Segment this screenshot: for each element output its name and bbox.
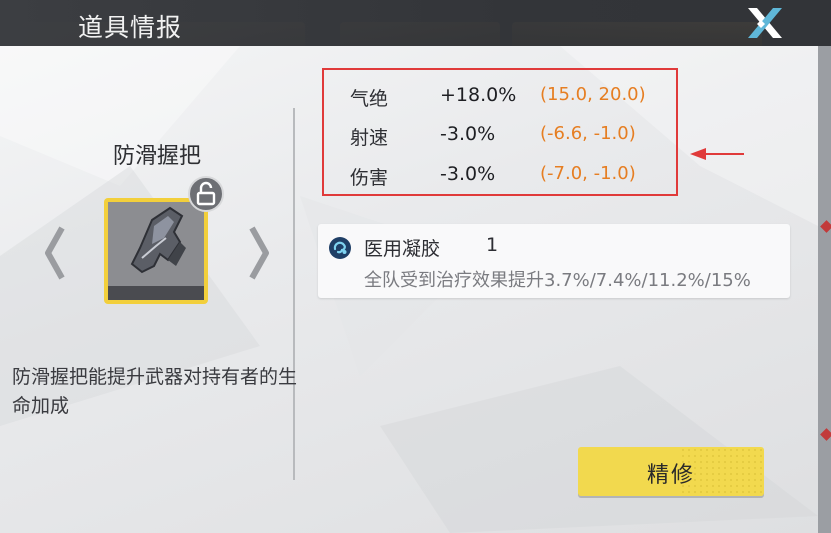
stat-name: 气绝 xyxy=(350,88,389,110)
item-rarity-strip xyxy=(108,286,204,300)
stat-range: (-6.6, -1.0) xyxy=(540,123,636,144)
stat-value: +18.0% xyxy=(440,84,517,106)
annotation-arrow-icon xyxy=(690,148,744,160)
close-x-icon[interactable] xyxy=(744,6,786,40)
buff-level: 1 xyxy=(486,234,499,256)
stat-name: 伤害 xyxy=(350,167,389,189)
stat-row: 气绝 +18.0% (15.0, 20.0) xyxy=(324,84,676,114)
stats-highlight-box: 气绝 +18.0% (15.0, 20.0) 射速 -3.0% (-6.6, -… xyxy=(322,68,678,196)
buff-effect: 全队受到治疗效果提升3.7%/7.4%/11.2%/15% xyxy=(364,270,751,291)
window-title: 道具情报 xyxy=(78,13,183,42)
stat-range: (-7.0, -1.0) xyxy=(540,163,636,184)
item-description: 防滑握把能提升武器对持有者的生命加成 xyxy=(12,366,298,417)
title-bar: 道具情报 xyxy=(0,0,831,46)
stat-row: 射速 -3.0% (-6.6, -1.0) xyxy=(324,123,676,153)
stat-row: 伤害 -3.0% (-7.0, -1.0) xyxy=(324,163,676,193)
item-icon-background xyxy=(108,202,204,300)
stat-name: 射速 xyxy=(350,127,389,149)
edge-marker xyxy=(820,428,831,441)
stat-value: -3.0% xyxy=(440,123,496,145)
grip-icon xyxy=(130,206,186,274)
buff-name: 医用凝胶 xyxy=(364,238,441,260)
item-name: 防滑握把 xyxy=(112,144,201,169)
previous-item-arrow[interactable] xyxy=(44,226,66,280)
item-icon-frame[interactable] xyxy=(104,198,208,304)
stat-value: -3.0% xyxy=(440,163,496,185)
medical-gel-icon xyxy=(329,237,351,259)
panel-edge xyxy=(818,46,831,533)
edge-marker xyxy=(820,220,831,233)
refine-button[interactable]: 精修 xyxy=(578,447,764,496)
unlock-icon[interactable] xyxy=(188,176,224,212)
buff-card: 医用凝胶 1 全队受到治疗效果提升3.7%/7.4%/11.2%/15% xyxy=(318,224,790,298)
next-item-arrow[interactable] xyxy=(248,226,270,280)
refine-label: 精修 xyxy=(646,463,695,488)
stat-range: (15.0, 20.0) xyxy=(540,84,646,105)
